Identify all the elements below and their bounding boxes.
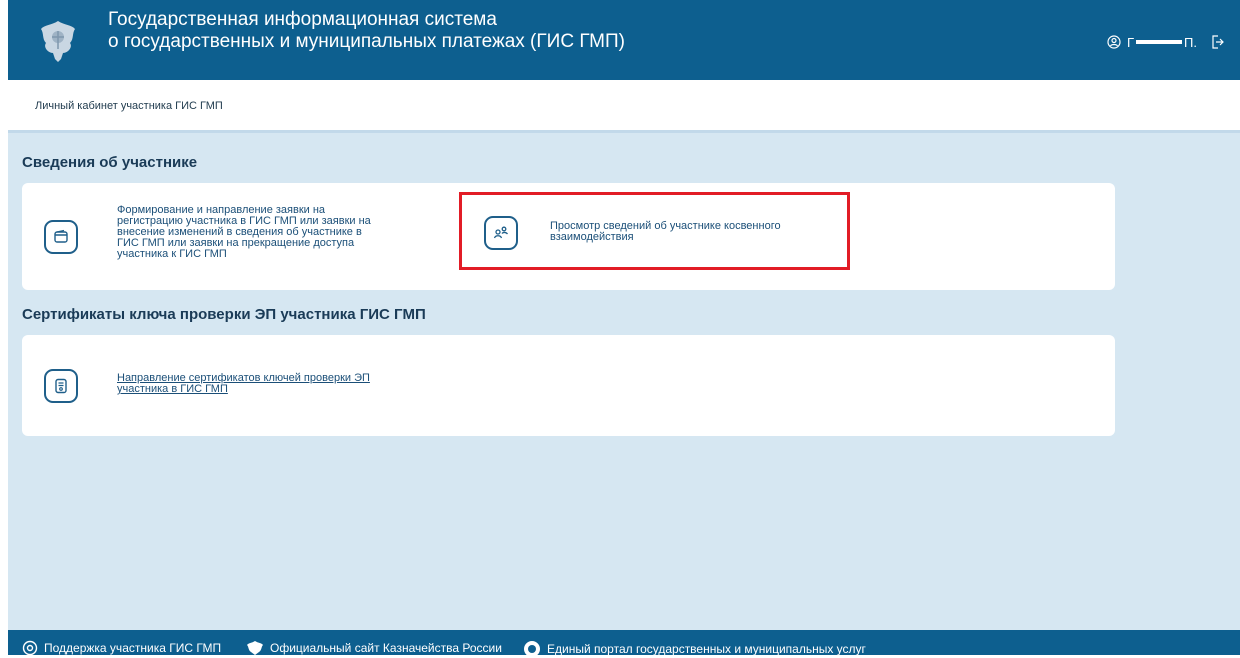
certificates-card: Направление сертификатов ключей проверки… (22, 335, 1115, 436)
system-title-line2: о государственных и муниципальных платеж… (108, 31, 625, 52)
certificate-icon (55, 378, 67, 394)
highlight-box (459, 192, 850, 270)
footer-link-treasury[interactable]: Официальный сайт Казначейства России (246, 640, 502, 656)
page: Государственная информационная система о… (8, 0, 1240, 658)
emblem-icon (41, 21, 75, 62)
footer-link-gosuslugi-label: Единый портал государственных и муниципа… (547, 642, 866, 656)
user-initial: Г (1126, 34, 1135, 50)
gosuslugi-icon (524, 641, 540, 657)
participant-info-card: Формирование и направление заявки на рег… (22, 183, 1115, 290)
footer-link-treasury-label: Официальный сайт Казначейства России (270, 641, 502, 655)
application-item-icon-box[interactable] (44, 220, 78, 254)
footer-link-support-label: Поддержка участника ГИС ГМП (44, 641, 222, 655)
system-title-line1: Государственная информационная система (108, 9, 497, 30)
application-item-link[interactable]: Формирование и направление заявки на рег… (117, 205, 371, 260)
treasury-emblem-icon (247, 641, 263, 655)
section-title-certificates: Сертификаты ключа проверки ЭП участника … (22, 306, 426, 323)
certificates-item-icon-box[interactable] (44, 369, 78, 403)
support-icon (22, 640, 38, 656)
system-title: Государственная информационная система о… (108, 9, 625, 53)
footer-link-support[interactable]: Поддержка участника ГИС ГМП (22, 640, 221, 656)
user-name: Г П. (1127, 35, 1197, 50)
logout-icon (1212, 35, 1224, 49)
user-menu[interactable]: Г П. (1107, 32, 1224, 52)
certificates-item-link[interactable]: Направление сертификатов ключей проверки… (117, 373, 370, 395)
app-header: Государственная информационная система о… (8, 0, 1240, 80)
certificates-text-line: участника в ГИС ГМП (117, 383, 228, 395)
wallet-icon (54, 229, 68, 243)
user-icon (1107, 35, 1121, 49)
footer-link-gosuslugi[interactable]: Единый портал государственных и муниципа… (523, 640, 866, 658)
section-title-participant-info: Сведения об участнике (22, 154, 198, 171)
breadcrumb-bar: Личный кабинет участника ГИС ГМП (8, 80, 1240, 133)
logout-button[interactable] (1211, 35, 1224, 49)
breadcrumb: Личный кабинет участника ГИС ГМП (35, 100, 223, 112)
user-suffix: П. (1184, 34, 1197, 50)
app-footer: Поддержка участника ГИС ГМП Официальный … (8, 630, 1240, 658)
application-item-text-line: участника к ГИС ГМП (117, 248, 227, 260)
redacted-name (1136, 40, 1183, 44)
